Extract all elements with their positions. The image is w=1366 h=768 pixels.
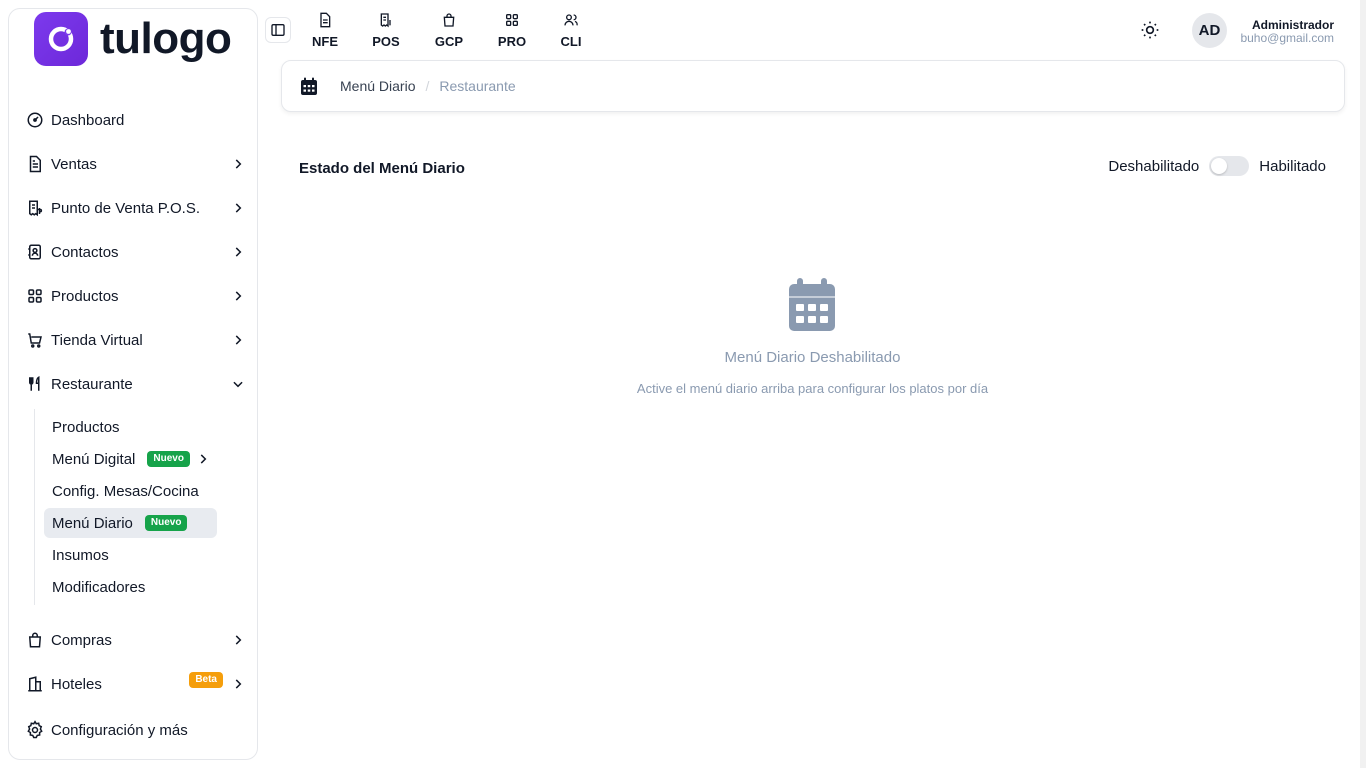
sidebar-subitem-label: Menú Diario (52, 514, 133, 532)
tab-label: PRO (497, 34, 527, 49)
document-icon (305, 12, 345, 30)
avatar[interactable]: AD (1192, 13, 1227, 48)
sidebar-item-contactos[interactable]: Contactos (25, 235, 247, 269)
chevron-right-icon (229, 155, 247, 173)
users-icon (551, 12, 591, 30)
sidebar-item-compras[interactable]: Compras (25, 623, 247, 657)
tab-label: GCP (434, 34, 464, 49)
gear-icon (25, 720, 45, 740)
tab-label: NFE (312, 34, 338, 49)
sidebar-subitem-label: Menú Digital (52, 450, 136, 468)
sidebar-subitem-productos[interactable]: Productos (44, 412, 128, 442)
grid-icon (25, 286, 45, 306)
grid-icon (492, 12, 532, 30)
scrollbar[interactable] (1360, 0, 1366, 768)
shopping-bag-icon (429, 12, 469, 30)
sun-icon (1141, 21, 1159, 39)
tab-pro[interactable]: PRO (492, 12, 532, 49)
user-name: Administrador (1251, 18, 1334, 32)
sidebar-subitem-menu-diario[interactable]: Menú Diario Nuevo (44, 508, 217, 538)
sidebar-toggle-button[interactable] (265, 17, 291, 43)
document-icon (25, 154, 45, 174)
tab-pos[interactable]: POS (366, 12, 406, 49)
toggle-on-label: Habilitado (1259, 157, 1326, 175)
sidebar-subitem-config-mesas[interactable]: Config. Mesas/Cocina (44, 476, 207, 506)
tab-gcp[interactable]: GCP (429, 12, 469, 49)
chevron-right-icon (196, 452, 210, 466)
new-badge: Nuevo (144, 515, 188, 531)
sidebar-item-ventas[interactable]: Ventas (25, 147, 247, 181)
menu-enabled-switch[interactable] (1209, 156, 1250, 176)
sidebar-subitem-label: Insumos (52, 546, 109, 564)
sidebar-subitem-label: Productos (52, 418, 120, 436)
tab-label: POS (372, 34, 400, 49)
panel-icon (271, 24, 285, 36)
sidebar-item-label: Tienda Virtual (51, 331, 143, 349)
logo-mark-icon (34, 12, 88, 66)
sidebar-item-punto-de-venta[interactable]: Punto de Venta P.O.S. (25, 191, 247, 225)
cart-icon (25, 330, 45, 350)
sidebar-item-configuracion[interactable]: Configuración y más (25, 713, 247, 747)
receipt-icon (366, 12, 406, 30)
sidebar-item-label: Compras (51, 631, 112, 649)
breadcrumb-parent[interactable]: Restaurante (439, 78, 515, 94)
chevron-right-icon (229, 631, 247, 649)
submenu-guide-line (34, 409, 35, 605)
breadcrumb-current[interactable]: Menú Diario (340, 78, 415, 94)
user-email: buho@gmail.com (1240, 31, 1334, 45)
receipt-icon (25, 198, 45, 218)
sidebar-subitem-menu-digital[interactable]: Menú Digital Nuevo (44, 444, 218, 474)
empty-state-subtitle: Active el menú diario arriba para config… (636, 381, 989, 396)
chevron-right-icon (229, 675, 247, 693)
brand-logo[interactable]: tulogo (34, 12, 232, 66)
tab-label: CLI (560, 34, 582, 49)
brand-name: tulogo (100, 14, 232, 63)
chevron-right-icon (229, 243, 247, 261)
theme-toggle-button[interactable] (1138, 18, 1162, 42)
tab-cli[interactable]: CLI (551, 12, 591, 49)
sidebar-item-label: Ventas (51, 155, 97, 173)
gauge-icon (25, 110, 45, 130)
chevron-right-icon (229, 331, 247, 349)
breadcrumb-separator: / (425, 78, 430, 94)
breadcrumb: Menú Diario / Restaurante (281, 60, 1345, 112)
sidebar-item-label: Punto de Venta P.O.S. (51, 199, 201, 217)
toggle-off-label: Deshabilitado (1108, 157, 1200, 175)
sidebar-subitem-modificadores[interactable]: Modificadores (44, 572, 153, 602)
tab-nfe[interactable]: NFE (305, 12, 345, 49)
new-badge: Nuevo (147, 451, 190, 467)
calendar-icon (300, 76, 320, 96)
sidebar-item-label: Contactos (51, 243, 119, 261)
contacts-icon (25, 242, 45, 262)
sidebar-item-hoteles[interactable]: Hoteles Beta (25, 667, 247, 701)
sidebar-subitem-label: Modificadores (52, 578, 146, 596)
menu-status-toggle-group: Deshabilitado Habilitado (1108, 156, 1326, 176)
beta-badge: Beta (189, 672, 223, 688)
page-title: Estado del Menú Diario (299, 160, 465, 177)
sidebar-item-label: Hoteles (51, 675, 102, 693)
sidebar-subitem-label: Config. Mesas/Cocina (52, 482, 199, 500)
sidebar-item-productos[interactable]: Productos (25, 279, 247, 313)
sidebar-item-label: Productos (51, 287, 119, 305)
empty-state-title: Menú Diario Deshabilitado (724, 349, 901, 366)
calendar-icon (787, 278, 837, 332)
shopping-bag-icon (25, 630, 45, 650)
sidebar-item-label: Dashboard (51, 111, 125, 129)
chevron-right-icon (229, 199, 247, 217)
chevron-right-icon (229, 287, 247, 305)
sidebar-item-label: Configuración y más (51, 721, 188, 739)
sidebar-item-dashboard[interactable]: Dashboard (25, 103, 247, 137)
sidebar-subitem-insumos[interactable]: Insumos (44, 540, 117, 570)
building-icon (25, 674, 45, 694)
switch-knob (1211, 158, 1228, 174)
